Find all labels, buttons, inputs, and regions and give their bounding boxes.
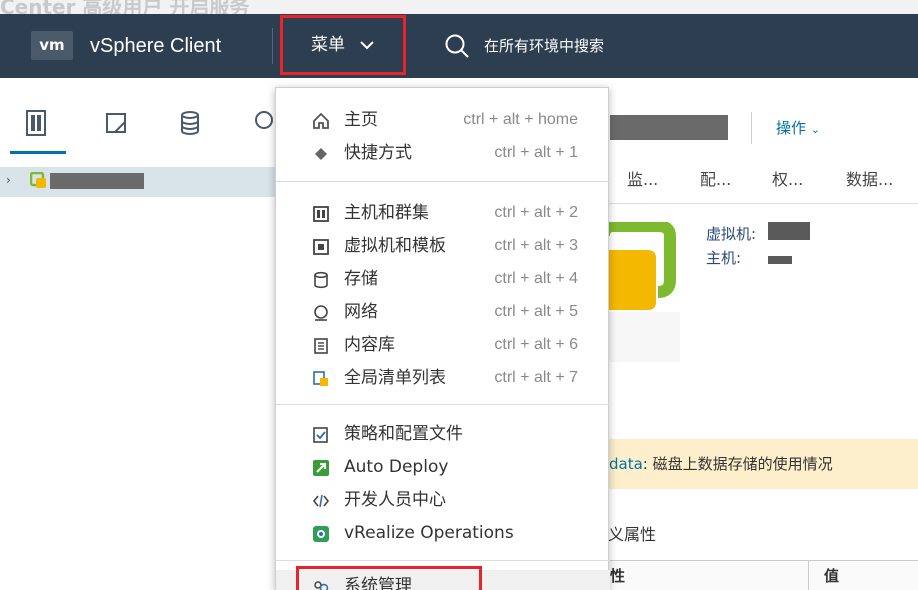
menu-item-shortcut: ctrl + alt + 6 bbox=[494, 336, 578, 353]
content-library-icon bbox=[314, 338, 328, 354]
administration-highlight-box bbox=[296, 566, 482, 590]
host-count-label: 主机: bbox=[706, 249, 742, 267]
alert-message: data: 磁盘上数据存储的使用情况 bbox=[609, 454, 833, 474]
caption-text: Center 高级用户 开启服务 bbox=[0, 0, 250, 14]
menu-item-label: 开发人员中心 bbox=[344, 490, 446, 510]
developer-center-icon bbox=[312, 494, 330, 508]
vms-templates-icon bbox=[313, 239, 329, 255]
inventory-nav-tabs bbox=[0, 108, 275, 154]
main-menu-dropdown: 主页 ctrl + alt + home 快捷方式 ctrl + alt + 1… bbox=[275, 87, 610, 590]
column-divider bbox=[808, 560, 809, 590]
column-header-attribute[interactable]: 性 bbox=[610, 566, 625, 586]
alert-text: : 磁盘上数据存储的使用情况 bbox=[642, 455, 833, 473]
menu-item-content-library[interactable]: 内容库 ctrl + alt + 6 bbox=[276, 329, 610, 362]
menu-item-label: 网络 bbox=[344, 302, 378, 322]
chevron-down-icon bbox=[360, 41, 374, 50]
attributes-table-header bbox=[608, 560, 918, 590]
tab-datastores[interactable]: 数据... bbox=[846, 169, 893, 191]
vms-templates-icon[interactable] bbox=[104, 108, 128, 138]
tab-permissions[interactable]: 权... bbox=[772, 169, 803, 191]
menu-item-label: 虚拟机和模板 bbox=[344, 236, 446, 256]
vmware-logo: vm bbox=[31, 31, 73, 60]
actions-label: 操作 bbox=[776, 119, 807, 137]
menu-separator bbox=[276, 404, 610, 405]
menu-item-developer-center[interactable]: 开发人员中心 bbox=[276, 484, 610, 517]
menu-item-shortcut: ctrl + alt + 2 bbox=[494, 204, 578, 221]
column-header-value[interactable]: 值 bbox=[824, 566, 839, 586]
menu-item-hosts-clusters[interactable]: 主机和群集 ctrl + alt + 2 bbox=[276, 197, 610, 230]
hosts-clusters-icon bbox=[313, 206, 329, 222]
shortcuts-icon bbox=[315, 148, 327, 160]
network-icon[interactable] bbox=[252, 108, 276, 138]
storage-icon bbox=[314, 271, 328, 289]
policies-icon bbox=[313, 427, 328, 443]
menu-button-label: 菜单 bbox=[311, 35, 345, 55]
menu-item-home[interactable]: 主页 ctrl + alt + home bbox=[276, 104, 610, 137]
menu-item-label: 快捷方式 bbox=[344, 143, 412, 163]
vrealize-icon bbox=[313, 526, 329, 542]
tree-item-label-redacted: redacted bbox=[50, 173, 144, 189]
menu-item-label: 存储 bbox=[344, 269, 378, 289]
vm-count-label: 虚拟机: bbox=[706, 225, 757, 243]
actions-menu-button[interactable]: 操作 ⌄ bbox=[776, 117, 820, 141]
menu-item-shortcut: ctrl + alt + 1 bbox=[494, 144, 578, 161]
menu-item-label: 全局清单列表 bbox=[344, 368, 446, 388]
menu-item-shortcut: ctrl + alt + home bbox=[463, 111, 578, 128]
home-icon bbox=[313, 112, 329, 129]
vcenter-logo-graphic bbox=[600, 222, 680, 362]
tab-configure[interactable]: 配... bbox=[700, 169, 731, 191]
menu-item-shortcut: ctrl + alt + 7 bbox=[494, 369, 578, 386]
expand-caret-icon[interactable]: › bbox=[6, 173, 11, 187]
menu-item-network[interactable]: 网络 ctrl + alt + 5 bbox=[276, 296, 610, 329]
menu-separator bbox=[276, 181, 610, 182]
menu-item-shortcut: ctrl + alt + 4 bbox=[494, 270, 578, 287]
tabs-divider bbox=[608, 203, 918, 204]
vcenter-icon bbox=[30, 172, 46, 188]
hosts-clusters-icon[interactable] bbox=[24, 108, 48, 138]
alert-link[interactable]: data bbox=[609, 455, 643, 473]
menu-item-shortcuts[interactable]: 快捷方式 ctrl + alt + 1 bbox=[276, 137, 610, 170]
menu-item-storage[interactable]: 存储 ctrl + alt + 4 bbox=[276, 263, 610, 296]
menu-item-label: 主机和群集 bbox=[344, 203, 429, 223]
menu-item-vms-templates[interactable]: 虚拟机和模板 ctrl + alt + 3 bbox=[276, 230, 610, 263]
chevron-down-icon: ⌄ bbox=[810, 123, 821, 136]
tab-monitor[interactable]: 监... bbox=[627, 169, 658, 191]
menu-item-label: 策略和配置文件 bbox=[344, 424, 463, 444]
search-icon[interactable] bbox=[444, 33, 470, 59]
menu-item-auto-deploy[interactable]: Auto Deploy bbox=[276, 451, 610, 484]
menu-separator bbox=[276, 560, 610, 561]
inventory-tree-item[interactable]: › redacted bbox=[0, 167, 275, 197]
custom-attributes-title: 义属性 bbox=[608, 525, 657, 544]
cropped-caption: Center 高级用户 开启服务 bbox=[0, 0, 918, 14]
top-header: vm vSphere Client 菜单 在所有环境中搜索 bbox=[0, 14, 918, 78]
active-tab-indicator bbox=[10, 151, 66, 154]
vm-count-redacted bbox=[768, 222, 810, 240]
network-icon bbox=[314, 305, 328, 321]
menu-item-global-inventory[interactable]: 全局清单列表 ctrl + alt + 7 bbox=[276, 362, 610, 395]
global-inventory-icon bbox=[313, 371, 328, 386]
menu-item-vrealize-operations[interactable]: vRealize Operations bbox=[276, 517, 610, 550]
header-divider bbox=[272, 28, 273, 64]
storage-icon[interactable] bbox=[178, 108, 202, 138]
app-title: vSphere Client bbox=[90, 35, 222, 57]
search-input[interactable]: 在所有环境中搜索 bbox=[484, 36, 604, 56]
menu-button[interactable]: 菜单 bbox=[280, 15, 406, 75]
menu-item-label: 主页 bbox=[344, 110, 378, 130]
menu-item-policies-profiles[interactable]: 策略和配置文件 bbox=[276, 418, 610, 451]
auto-deploy-icon bbox=[313, 460, 329, 476]
host-count-redacted bbox=[768, 256, 792, 264]
menu-item-shortcut: ctrl + alt + 3 bbox=[494, 237, 578, 254]
menu-item-label: vRealize Operations bbox=[344, 523, 514, 543]
title-divider bbox=[751, 112, 752, 144]
object-title-redacted: redacted bbox=[610, 115, 728, 140]
menu-item-label: Auto Deploy bbox=[344, 457, 449, 477]
menu-item-label: 内容库 bbox=[344, 335, 395, 355]
menu-item-shortcut: ctrl + alt + 5 bbox=[494, 303, 578, 320]
